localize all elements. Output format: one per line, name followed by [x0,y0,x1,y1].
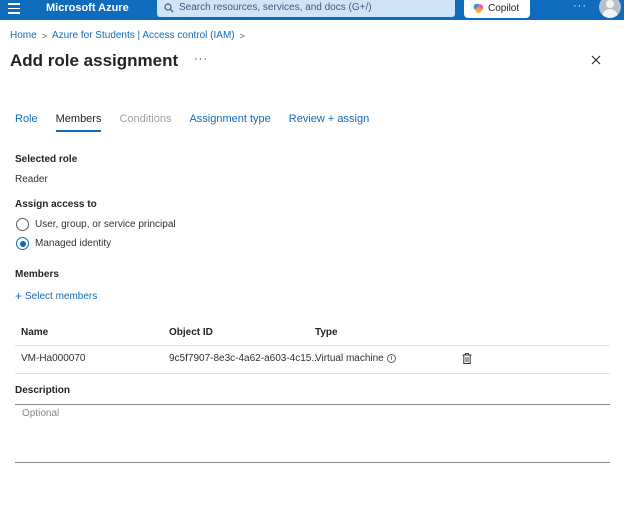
tab-review-assign[interactable]: Review + assign [289,113,369,129]
avatar[interactable] [599,0,621,18]
radio-user-group-principal-label[interactable]: User, group, or service principal [35,219,176,230]
trash-icon[interactable] [462,353,472,364]
tab-members[interactable]: Members [55,113,101,132]
breadcrumb-separator: > [239,30,245,41]
hamburger-menu-icon[interactable] [8,3,20,15]
breadcrumb: Home > Azure for Students | Access contr… [10,30,250,41]
tab-assignment-type[interactable]: Assignment type [189,113,270,129]
avatar-torso [602,9,618,18]
select-members-label: Select members [25,290,98,302]
breadcrumb-home[interactable]: Home [10,30,37,41]
description-textarea-top-border [15,404,610,405]
selected-role-value: Reader [15,174,48,185]
close-icon[interactable] [590,54,602,66]
radio-managed-identity[interactable] [16,237,29,250]
selected-role-label: Selected role [15,154,78,165]
copilot-label: Copilot [488,3,520,14]
table-row-divider [15,373,610,374]
tab-role[interactable]: Role [15,113,38,129]
description-textarea-bottom-border [15,462,610,463]
top-bar: Microsoft Azure Search resources, servic… [0,0,624,20]
search-placeholder: Search resources, services, and docs (G+… [179,2,372,13]
members-label: Members [15,269,59,280]
more-options-icon[interactable]: ··· [573,0,587,12]
radio-user-group-principal[interactable] [16,218,29,231]
radio-managed-identity-label[interactable]: Managed identity [35,238,111,249]
member-row-type-text: Virtual machine [315,353,384,364]
description-label: Description [15,385,71,396]
description-textarea[interactable]: Optional [22,408,59,419]
search-icon [164,3,174,13]
column-header-object-id: Object ID [169,327,213,338]
search-box[interactable]: Search resources, services, and docs (G+… [157,0,455,17]
select-members-link[interactable]: + Select members [15,289,97,303]
info-icon[interactable]: i [386,353,396,363]
member-row-name: VM-Ha000070 [21,353,86,364]
column-header-type: Type [315,327,338,338]
copilot-button[interactable]: Copilot [464,0,530,18]
page-title: Add role assignment [10,51,179,70]
copilot-icon [473,3,484,14]
breadcrumb-iam[interactable]: Azure for Students | Access control (IAM… [52,30,235,41]
tab-conditions: Conditions [119,113,172,125]
brand-name[interactable]: Microsoft Azure [46,2,129,14]
avatar-head [606,0,614,8]
table-header-divider [15,345,610,346]
plus-icon: + [15,289,23,303]
assign-access-label: Assign access to [15,199,97,210]
member-row-object-id: 9c5f7907-8e3c-4a62-a603-4c15... [169,353,320,364]
member-row-type: Virtual machine i [315,353,396,364]
title-more-icon[interactable]: ··· [194,53,208,65]
column-header-name: Name [21,327,49,338]
wizard-tabs: Role Members Conditions Assignment type … [15,113,387,132]
breadcrumb-separator: > [41,30,47,41]
